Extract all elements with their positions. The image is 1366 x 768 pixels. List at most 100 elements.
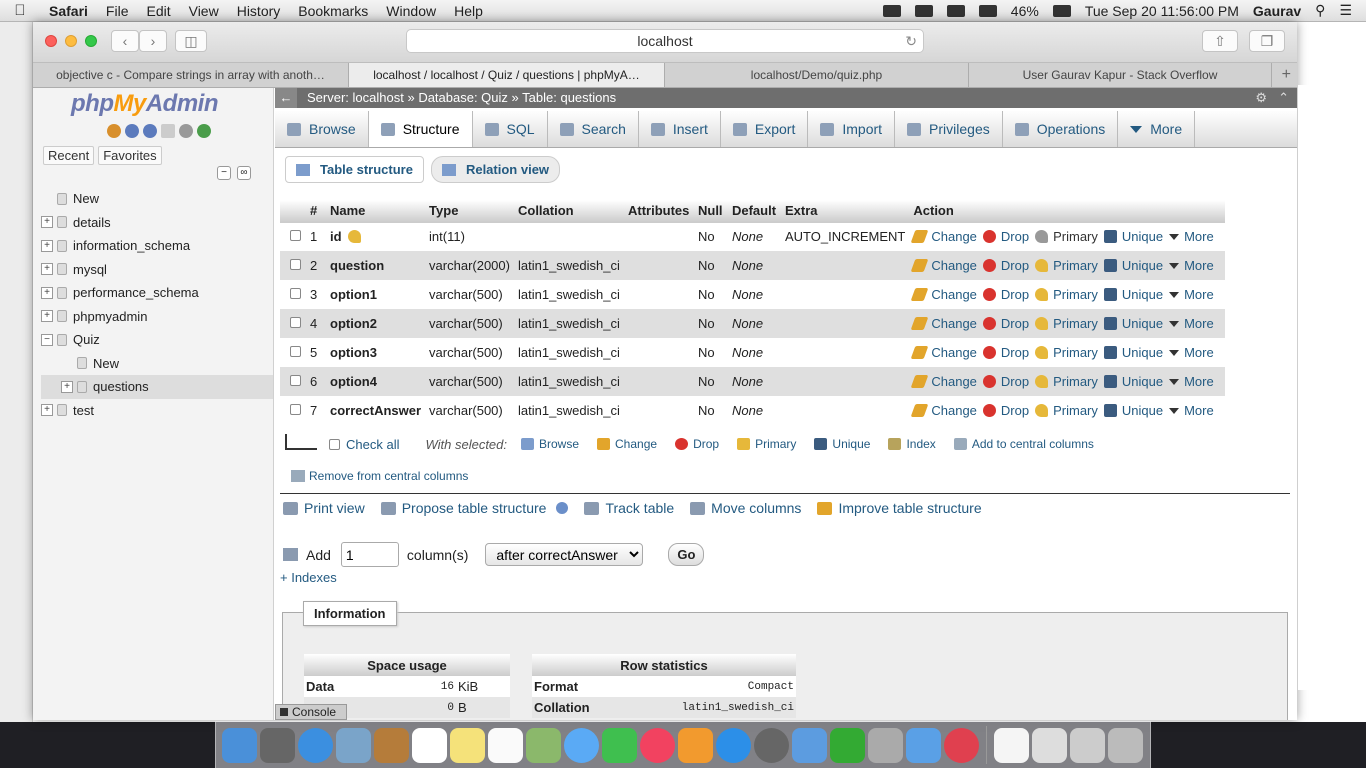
expand-icon[interactable]: +: [41, 404, 53, 417]
phpmyadmin-logo[interactable]: phpMyAdmin: [71, 90, 219, 118]
contacts-icon[interactable]: [374, 727, 409, 763]
action-drop-link[interactable]: Drop: [982, 287, 1029, 302]
tab-export[interactable]: Export: [721, 111, 809, 147]
action-unique-link[interactable]: Unique: [1103, 345, 1163, 360]
column-header[interactable]: Default: [727, 200, 781, 223]
menu-view[interactable]: View: [180, 3, 228, 19]
action-more-link[interactable]: More: [1169, 374, 1214, 389]
bulk-change-button[interactable]: Change: [597, 437, 657, 451]
row-checkbox[interactable]: [290, 259, 301, 270]
tree-item-label[interactable]: phpmyadmin: [73, 309, 147, 324]
status-app-icon[interactable]: [882, 4, 901, 17]
menu-app[interactable]: Safari: [40, 3, 97, 19]
column-header[interactable]: Null: [693, 200, 728, 223]
action-unique-link[interactable]: Unique: [1103, 403, 1163, 418]
tree-item[interactable]: − Quiz: [41, 328, 273, 352]
action-primary-link[interactable]: Primary: [1035, 403, 1098, 418]
cell-name[interactable]: option1: [326, 280, 425, 309]
row-checkbox[interactable]: [290, 230, 301, 242]
action-drop-link[interactable]: Drop: [982, 316, 1029, 331]
drive-icon[interactable]: [914, 4, 933, 17]
action-more-link[interactable]: More: [1169, 229, 1214, 244]
menu-bookmarks[interactable]: Bookmarks: [289, 3, 377, 19]
app-store-icon[interactable]: [716, 727, 751, 763]
collapse-all-icon[interactable]: −: [217, 166, 231, 180]
column-count-input[interactable]: [340, 542, 399, 567]
menu-edit[interactable]: Edit: [137, 3, 179, 19]
wifi-icon[interactable]: [830, 727, 865, 763]
reminders-icon[interactable]: [488, 727, 523, 763]
row-checkbox[interactable]: [290, 346, 301, 357]
tree-item[interactable]: + phpmyadmin: [41, 305, 273, 329]
tree-item[interactable]: + details: [41, 211, 273, 235]
home-icon[interactable]: [107, 124, 121, 138]
clock[interactable]: Tue Sep 20 11:56:00 PM: [1085, 3, 1239, 19]
tree-item-label[interactable]: test: [73, 403, 94, 418]
bulk-unique-button[interactable]: Unique: [814, 437, 870, 451]
help-icon[interactable]: [556, 502, 569, 514]
tree-item[interactable]: + performance_schema: [41, 281, 273, 305]
action-unique-link[interactable]: Unique: [1103, 229, 1163, 244]
action-unique-link[interactable]: Unique: [1103, 316, 1163, 331]
breadcrumb-database[interactable]: Database: Quiz: [418, 90, 508, 105]
action-primary-link[interactable]: Primary: [1035, 316, 1098, 331]
cell-name[interactable]: option4: [326, 367, 426, 396]
action-change-link[interactable]: Change: [911, 403, 977, 418]
bulk-index-button[interactable]: Index: [888, 437, 936, 451]
check-all-checkbox[interactable]: [329, 438, 340, 450]
action-unique-link[interactable]: Unique: [1103, 374, 1163, 389]
breadcrumb-table[interactable]: Table: questions: [522, 90, 616, 105]
close-window-button[interactable]: [45, 35, 57, 47]
action-primary-link[interactable]: Primary: [1035, 258, 1098, 273]
menu-help[interactable]: Help: [445, 3, 492, 19]
tab-more[interactable]: More: [1118, 111, 1196, 147]
action-change-link[interactable]: Change: [911, 287, 977, 302]
help-icon[interactable]: [143, 124, 157, 138]
tree-item-label[interactable]: New: [73, 191, 99, 206]
address-bar[interactable]: localhost ↻: [406, 29, 924, 53]
bulk-browse-button[interactable]: Browse: [521, 437, 579, 451]
favorites-tab[interactable]: Favorites: [98, 146, 162, 165]
row-checkbox[interactable]: [290, 375, 301, 386]
share-icon[interactable]: ⇧: [1202, 30, 1238, 52]
menu-history[interactable]: History: [228, 3, 290, 19]
print-view-link[interactable]: Print view: [283, 500, 365, 516]
action-more-link[interactable]: More: [1169, 316, 1214, 331]
cell-name[interactable]: question: [326, 251, 426, 280]
docs-icon[interactable]: [161, 124, 175, 138]
reload-icon[interactable]: ↻: [905, 30, 917, 52]
indexes-toggle[interactable]: + Indexes: [280, 570, 337, 585]
logout-icon[interactable]: [125, 124, 139, 138]
apple-icon[interactable]: : [0, 2, 40, 19]
browser-tab-2[interactable]: localhost / localhost / Quiz / questions…: [349, 63, 665, 87]
battery-icon[interactable]: [1052, 4, 1071, 17]
battery-percent[interactable]: 46%: [1011, 3, 1039, 19]
settings-icon[interactable]: [179, 124, 193, 138]
table-structure-tab[interactable]: Table structure: [285, 156, 424, 183]
column-header[interactable]: Name: [326, 200, 426, 223]
menu-window[interactable]: Window: [377, 3, 445, 19]
simulator-icon[interactable]: [906, 727, 941, 763]
expand-icon[interactable]: +: [41, 310, 53, 323]
action-drop-link[interactable]: Drop: [982, 258, 1029, 273]
facetime-icon[interactable]: [602, 727, 637, 763]
tree-item-label[interactable]: performance_schema: [73, 285, 199, 300]
action-drop-link[interactable]: Drop: [982, 345, 1029, 360]
close-icon[interactable]: ⌃: [1278, 88, 1289, 108]
browser-tab-3[interactable]: localhost/Demo/quiz.php: [665, 63, 969, 87]
folder-stack-icon[interactable]: [1032, 727, 1067, 763]
move-columns-link[interactable]: Move columns: [690, 500, 801, 516]
zoom-window-button[interactable]: [85, 35, 97, 47]
breadcrumb-server[interactable]: Server: localhost: [307, 90, 404, 105]
mail-icon[interactable]: [336, 727, 371, 763]
collapse-nav-icon[interactable]: ←: [275, 88, 297, 108]
notes-icon[interactable]: [450, 727, 485, 763]
xcode-icon[interactable]: [792, 727, 827, 763]
column-header[interactable]: Extra: [780, 200, 910, 223]
link-with-main-icon[interactable]: ∞: [237, 166, 251, 180]
tree-item-label[interactable]: information_schema: [73, 238, 190, 253]
preview-icon[interactable]: [526, 727, 561, 763]
action-primary-link[interactable]: Primary: [1035, 229, 1098, 244]
row-checkbox[interactable]: [290, 404, 301, 415]
user-name[interactable]: Gaurav: [1253, 3, 1301, 19]
